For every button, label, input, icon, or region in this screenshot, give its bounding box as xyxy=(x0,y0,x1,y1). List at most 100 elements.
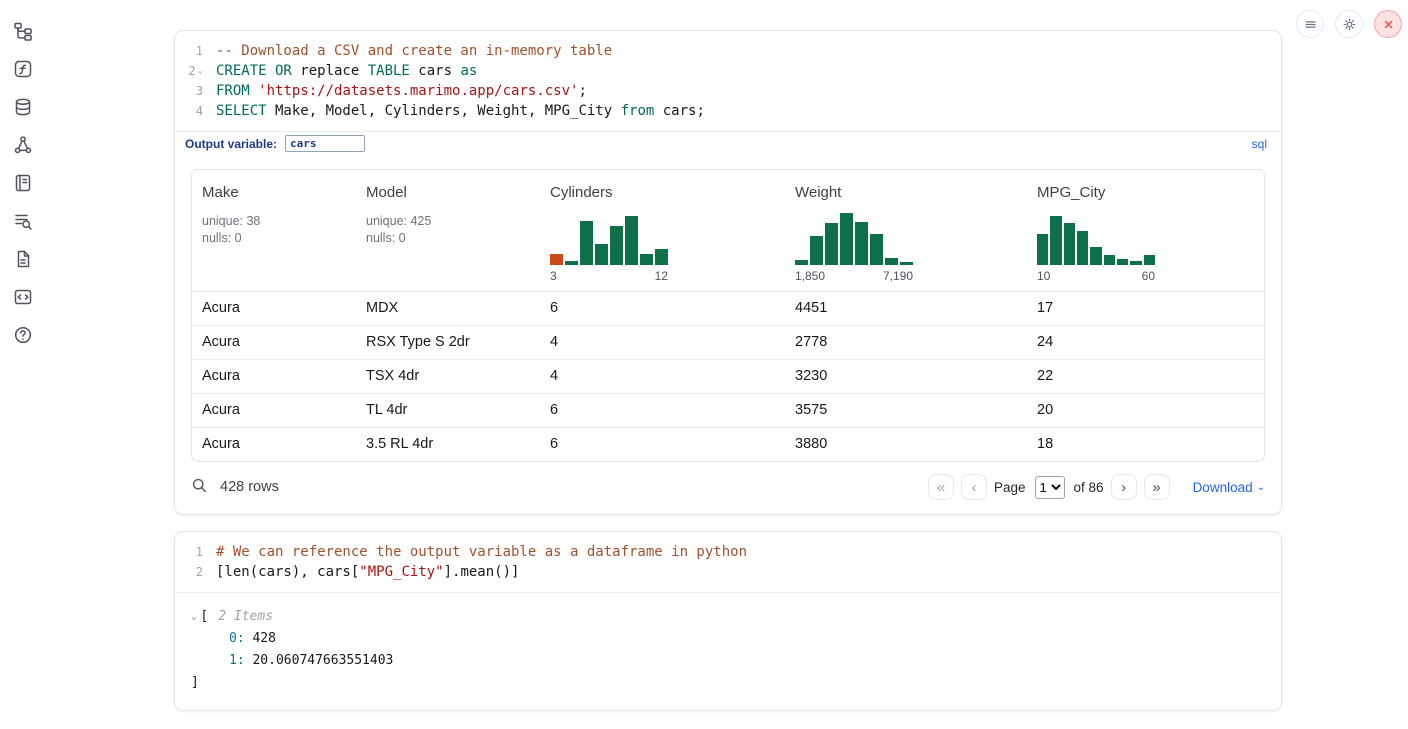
shutdown-button[interactable] xyxy=(1374,10,1402,38)
histogram-bar[interactable] xyxy=(610,226,623,265)
histogram-bar[interactable] xyxy=(840,213,853,265)
code-text[interactable]: CREATE OR replace TABLE cars as xyxy=(209,61,477,81)
help-icon[interactable] xyxy=(10,322,36,348)
gear-icon xyxy=(1342,17,1357,32)
page-total-label: of 86 xyxy=(1074,480,1104,495)
dependency-graph-icon[interactable] xyxy=(10,132,36,158)
search-button[interactable] xyxy=(191,477,208,497)
code-text[interactable]: SELECT Make, Model, Cylinders, Weight, M… xyxy=(209,101,705,121)
settings-button[interactable] xyxy=(1335,10,1363,38)
fold-chevron-icon[interactable]: ⌄ xyxy=(198,61,203,81)
histogram-bar[interactable] xyxy=(795,260,808,265)
output-value: 20.060747663551403 xyxy=(245,653,394,668)
column-histogram[interactable]: 1060 xyxy=(1037,213,1155,283)
logs-search-icon[interactable] xyxy=(10,208,36,234)
language-badge: sql xyxy=(1252,137,1267,151)
output-close-line: ] xyxy=(191,672,1265,694)
histogram-bar[interactable] xyxy=(1104,255,1115,265)
file-tree-icon[interactable] xyxy=(10,18,36,44)
sql-code-editor[interactable]: 1 -- Download a CSV and create an in-memo… xyxy=(175,31,1281,131)
column-header-model[interactable]: Modelunique: 425nulls: 0 xyxy=(356,180,540,283)
first-page-button[interactable]: « xyxy=(928,474,954,500)
column-histogram[interactable]: 312 xyxy=(550,213,668,283)
histogram-bar[interactable] xyxy=(1130,261,1141,265)
output-key: 0: xyxy=(229,631,245,646)
column-label: Weight xyxy=(795,180,1017,201)
axis-min-label: 3 xyxy=(550,269,557,283)
collapse-chevron-icon[interactable]: ⌄ xyxy=(191,606,196,628)
data-table: Makeunique: 38nulls: 0Modelunique: 425nu… xyxy=(191,169,1265,462)
histogram-bar[interactable] xyxy=(1144,255,1155,265)
column-stat: nulls: 0 xyxy=(366,230,530,247)
python-cell: 1# We can reference the output variable … xyxy=(174,531,1282,711)
page-select[interactable]: 1 xyxy=(1035,476,1065,499)
first-page-icon: « xyxy=(937,480,945,495)
histogram-bar[interactable] xyxy=(640,254,653,265)
histogram-bar[interactable] xyxy=(900,262,913,265)
histogram-bar[interactable] xyxy=(1037,234,1048,265)
code-line: 2⌄CREATE OR replace TABLE cars as xyxy=(175,61,1281,81)
table-cell: 6 xyxy=(540,394,785,427)
table-row: AcuraRSX Type S 2dr4277824 xyxy=(192,325,1264,359)
histogram-bar[interactable] xyxy=(1077,231,1088,265)
datasources-icon[interactable] xyxy=(10,94,36,120)
histogram-bar[interactable] xyxy=(550,254,563,265)
histogram-bar[interactable] xyxy=(885,258,898,265)
histogram-bar[interactable] xyxy=(1117,259,1128,265)
histogram-bars xyxy=(1037,213,1155,265)
histogram-bar[interactable] xyxy=(855,222,868,265)
histogram-bar[interactable] xyxy=(625,216,638,265)
histogram-bar[interactable] xyxy=(595,244,608,265)
table-body: AcuraMDX6445117AcuraRSX Type S 2dr427782… xyxy=(192,291,1264,461)
output-variable-input[interactable] xyxy=(285,135,365,152)
snippets-icon[interactable] xyxy=(10,284,36,310)
table-cell: 24 xyxy=(1027,326,1264,359)
notebook-icon[interactable] xyxy=(10,170,36,196)
histogram-bar[interactable] xyxy=(825,223,838,265)
histogram-bar[interactable] xyxy=(1064,223,1075,265)
histogram-bar[interactable] xyxy=(810,236,823,265)
histogram-bar[interactable] xyxy=(565,261,578,265)
column-header-make[interactable]: Makeunique: 38nulls: 0 xyxy=(192,180,356,283)
code-text[interactable]: # We can reference the output variable a… xyxy=(209,542,747,562)
code-token-plain: ].mean()] xyxy=(444,564,520,580)
column-header-mpg_city[interactable]: MPG_City1060 xyxy=(1027,180,1264,283)
histogram-bar[interactable] xyxy=(1050,216,1061,265)
output-items-count: 2 Items xyxy=(218,606,273,628)
line-number-text: 1 xyxy=(196,41,203,61)
histogram-bar[interactable] xyxy=(655,249,668,265)
histogram-bars xyxy=(550,213,668,265)
documentation-icon[interactable] xyxy=(10,246,36,272)
cell-output: ⌄ [ 2 Items 0: 4281: 20.060747663551403 … xyxy=(175,592,1281,710)
line-number: 3 xyxy=(175,81,209,101)
histogram-bar[interactable] xyxy=(1090,247,1101,265)
last-page-button[interactable]: » xyxy=(1144,474,1170,500)
code-text[interactable]: -- Download a CSV and create an in-memor… xyxy=(209,41,612,61)
column-header-cylinders[interactable]: Cylinders312 xyxy=(540,180,785,283)
column-stats: unique: 425nulls: 0 xyxy=(366,213,530,247)
table-cell: TSX 4dr xyxy=(356,360,540,393)
output-open-bracket: [ xyxy=(200,606,208,628)
column-stat: nulls: 0 xyxy=(202,230,346,247)
column-header-weight[interactable]: Weight 1,8507,190 xyxy=(785,180,1027,283)
histogram-bar[interactable] xyxy=(580,221,593,265)
table-cell: Acura xyxy=(192,292,356,325)
python-code-editor[interactable]: 1# We can reference the output variable … xyxy=(175,532,1281,592)
helper-functions-icon[interactable] xyxy=(10,56,36,82)
search-icon xyxy=(191,477,208,494)
next-page-button[interactable]: › xyxy=(1111,474,1137,500)
table-cell: 18 xyxy=(1027,428,1264,461)
prev-page-button[interactable]: ‹ xyxy=(961,474,987,500)
table-cell: 17 xyxy=(1027,292,1264,325)
histogram-bar[interactable] xyxy=(870,234,883,265)
table-cell: MDX xyxy=(356,292,540,325)
menu-button[interactable] xyxy=(1296,10,1324,38)
column-stat: unique: 425 xyxy=(366,213,530,230)
download-button[interactable]: Download ⌄ xyxy=(1193,480,1265,495)
table-cell: 4 xyxy=(540,360,785,393)
code-token-kw: SELECT xyxy=(216,103,267,119)
code-text[interactable]: FROM 'https://datasets.marimo.app/cars.c… xyxy=(209,81,587,101)
column-histogram[interactable]: 1,8507,190 xyxy=(795,213,913,283)
code-text[interactable]: [len(cars), cars["MPG_City"].mean()] xyxy=(209,562,519,582)
code-token-plain: cars xyxy=(410,63,461,79)
